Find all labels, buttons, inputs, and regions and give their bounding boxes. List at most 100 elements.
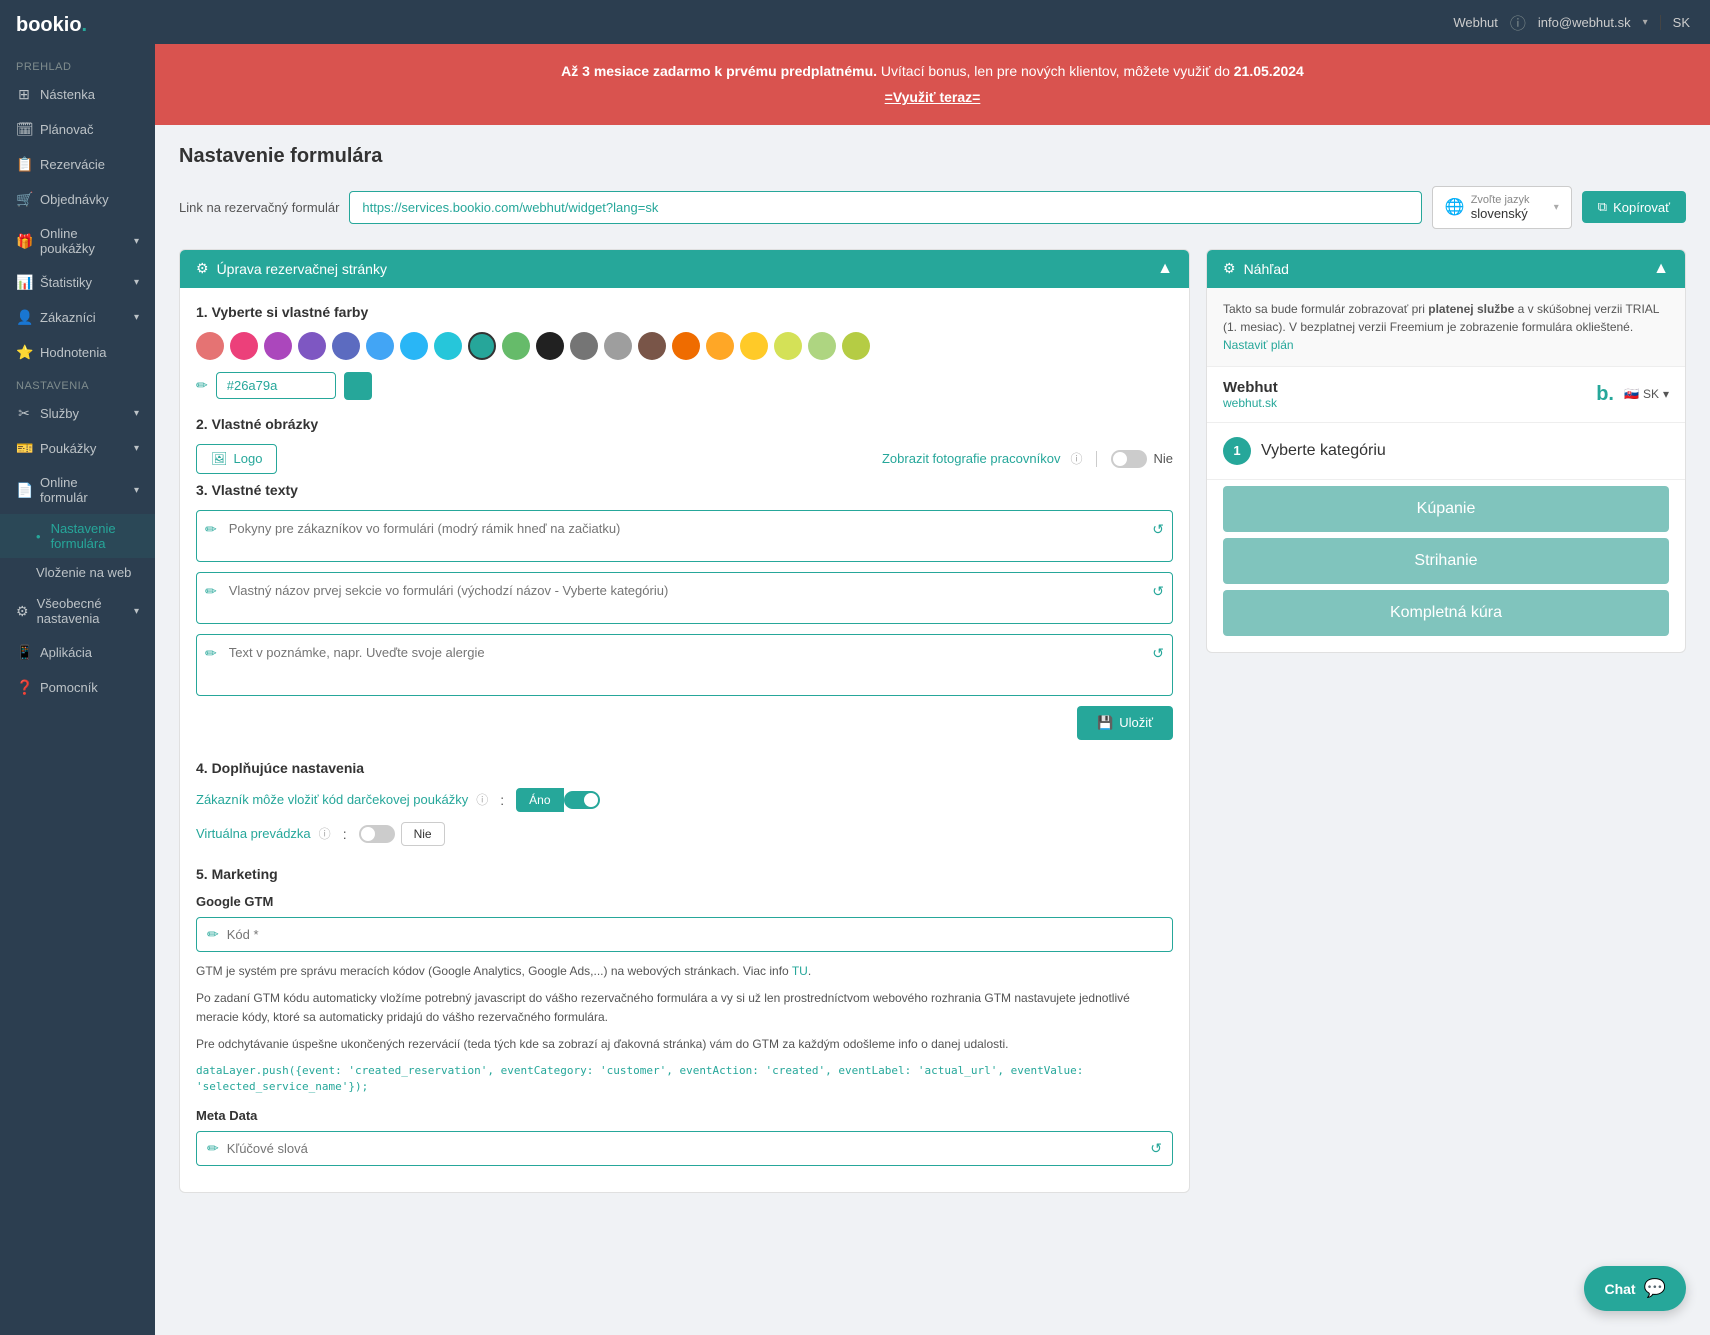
save-button[interactable]: 💾 Uložiť	[1077, 706, 1173, 740]
color-swatch-14[interactable]	[672, 332, 700, 360]
info-icon-virtual[interactable]: ⓘ	[319, 825, 331, 842]
text-input-1[interactable]	[225, 511, 1145, 561]
refresh-icon-2[interactable]: ↺	[1144, 573, 1172, 610]
sidebar-label-zakaznici: Zákazníci	[40, 310, 96, 325]
link-input[interactable]	[349, 191, 1421, 224]
divider	[1096, 451, 1097, 467]
category-btn-strihanie[interactable]: Strihanie	[1223, 538, 1669, 584]
sidebar-item-poukazky[interactable]: 🎫 Poukážky ▾	[0, 431, 155, 466]
color-swatch-11[interactable]	[570, 332, 598, 360]
toggle-knob-2	[584, 793, 598, 807]
sidebar-sub-label-nastavenie: Nastavenie formulára	[51, 521, 139, 551]
info-icon[interactable]: ⓘ	[1510, 10, 1526, 34]
color-swatch-17[interactable]	[774, 332, 802, 360]
edit-panel-body: 1. Vyberte si vlastné farby ✏ 2. Vlastné…	[180, 288, 1189, 1192]
meta-title: Meta Data	[196, 1108, 1173, 1123]
objednavky-icon: 🛒	[16, 191, 32, 208]
voucher-toggle-switch[interactable]	[564, 791, 600, 809]
info-icon-voucher[interactable]: ⓘ	[476, 791, 488, 808]
color-swatch-0[interactable]	[196, 332, 224, 360]
preview-lang[interactable]: 🇸🇰 SK ▾	[1624, 387, 1669, 401]
sidebar-item-statistiky[interactable]: 📊 Štatistiky ▾	[0, 265, 155, 300]
sidebar-label-objednavky: Objednávky	[40, 192, 109, 207]
color-swatch-1[interactable]	[230, 332, 258, 360]
color-swatch-10[interactable]	[536, 332, 564, 360]
topbar: Webhut ⓘ info@webhut.sk ▾ SK	[155, 0, 1710, 44]
color-swatch-8[interactable]	[468, 332, 496, 360]
gtm-tu-link[interactable]: TU	[792, 964, 808, 978]
link-row: Link na rezervačný formulár 🌐 Zvoľte jaz…	[179, 186, 1686, 229]
chat-fab[interactable]: Chat 💬	[1584, 1266, 1686, 1311]
logo-button[interactable]: 🖼 Logo	[196, 444, 277, 474]
category-btn-kompletna[interactable]: Kompletná kúra	[1223, 590, 1669, 636]
color-swatch-13[interactable]	[638, 332, 666, 360]
color-swatch-18[interactable]	[808, 332, 836, 360]
photo-toggle[interactable]	[1111, 450, 1147, 468]
sidebar-item-nastenka[interactable]: ⊞ Nástenka	[0, 77, 155, 112]
sidebar-item-sluzby[interactable]: ✂ Služby ▾	[0, 396, 155, 431]
color-swatch-15[interactable]	[706, 332, 734, 360]
pencil-icon-2: ✏	[197, 573, 225, 610]
edit-panel: ⚙ Úprava rezervačnej stránky ▲ 1. Vybert…	[179, 249, 1190, 1193]
voucher-toggle: Áno	[516, 788, 599, 812]
sidebar-label-planovat: Plánovač	[40, 122, 93, 137]
preview-notice-text: Takto sa bude formulár zobrazovať pri	[1223, 302, 1428, 316]
sidebar-item-online-formular[interactable]: 📄 Online formulár ▾	[0, 466, 155, 514]
plan-link[interactable]: Nastaviť plán	[1223, 338, 1294, 352]
refresh-icon-1[interactable]: ↺	[1144, 511, 1172, 548]
color-text-input[interactable]	[216, 372, 336, 399]
color-swatch-9[interactable]	[502, 332, 530, 360]
text-field-3: ✏ ↺	[196, 634, 1173, 696]
color-swatch-16[interactable]	[740, 332, 768, 360]
promo-link[interactable]: =Využiť teraz=	[175, 86, 1690, 108]
right-column: ⚙ Náhľad ▲ Takto sa bude formulár zobraz…	[1206, 249, 1686, 1209]
color-swatch-6[interactable]	[400, 332, 428, 360]
refresh-icon-meta[interactable]: ↺	[1150, 1140, 1162, 1157]
sidebar-sub-label-vlozenie: Vloženie na web	[36, 565, 131, 580]
color-swatch-2[interactable]	[264, 332, 292, 360]
lang-select[interactable]: 🌐 Zvoľte jazyk slovenský ▾	[1432, 186, 1572, 229]
edit-panel-toggle[interactable]: ▲	[1157, 260, 1173, 278]
help-icon: ❓	[16, 679, 32, 696]
sidebar-item-objednavky[interactable]: 🛒 Objednávky	[0, 182, 155, 217]
preview-step-row: 1 Vyberte kategóriu	[1207, 423, 1685, 480]
topbar-chevron-icon[interactable]: ▾	[1643, 17, 1648, 28]
info-icon-photo[interactable]: ⓘ	[1070, 450, 1082, 467]
virtual-no-label[interactable]: Nie	[401, 822, 445, 846]
color-swatch-5[interactable]	[366, 332, 394, 360]
color-swatch-12[interactable]	[604, 332, 632, 360]
brand-name: bookio.	[16, 14, 87, 37]
section2-title: 2. Vlastné obrázky	[196, 416, 1173, 432]
text-input-2[interactable]	[225, 573, 1145, 623]
voucher-yes-btn[interactable]: Áno	[516, 788, 563, 812]
sidebar-item-online-poukazky[interactable]: 🎁 Online poukážky ▾	[0, 217, 155, 265]
color-swatch-4[interactable]	[332, 332, 360, 360]
sidebar-sub-item-vlozenie-na-web[interactable]: Vloženie na web	[0, 558, 155, 587]
virtual-toggle-switch[interactable]	[359, 825, 395, 843]
topbar-lang[interactable]: SK	[1660, 15, 1690, 30]
virtual-label: Virtuálna prevádzka	[196, 826, 311, 841]
sidebar-item-aplikacia[interactable]: 📱 Aplikácia	[0, 635, 155, 670]
sidebar-item-planovat[interactable]: 🗓 Plánovač	[0, 112, 155, 147]
color-swatch-3[interactable]	[298, 332, 326, 360]
sidebar-item-vseobecne-nastavenia[interactable]: ⚙ Všeobecné nastavenia ▾	[0, 587, 155, 635]
promo-text2: Uvítací bonus, len pre nových klientov, …	[881, 63, 1234, 79]
sidebar-item-pomocnik[interactable]: ❓ Pomocník	[0, 670, 155, 705]
color-swatch-19[interactable]	[842, 332, 870, 360]
pencil-icon-gtm: ✏	[207, 926, 219, 943]
photo-toggle-wrapper: Nie	[1111, 450, 1173, 468]
lang-chevron-icon: ▾	[1554, 202, 1559, 213]
category-btn-kupanie[interactable]: Kúpanie	[1223, 486, 1669, 532]
sidebar-sub-item-nastavenie-formulara[interactable]: Nastavenie formulára	[0, 514, 155, 558]
meta-keywords-input[interactable]	[227, 1141, 1143, 1156]
refresh-icon-3[interactable]: ↺	[1144, 635, 1172, 672]
sidebar-item-hodnotenia[interactable]: ⭐ Hodnotenia	[0, 335, 155, 370]
preview-panel-toggle[interactable]: ▲	[1653, 260, 1669, 278]
sidebar-item-rezervacie[interactable]: 📋 Rezervácie	[0, 147, 155, 182]
copy-button[interactable]: ⧉ Kopírovať	[1582, 191, 1686, 223]
color-swatch-7[interactable]	[434, 332, 462, 360]
gtm-code-input[interactable]	[227, 927, 1162, 942]
voucher-row: Zákazník môže vložiť kód darčekovej pouk…	[196, 788, 1173, 812]
text-input-3[interactable]	[225, 635, 1145, 695]
sidebar-item-zakaznici[interactable]: 👤 Zákazníci ▾	[0, 300, 155, 335]
